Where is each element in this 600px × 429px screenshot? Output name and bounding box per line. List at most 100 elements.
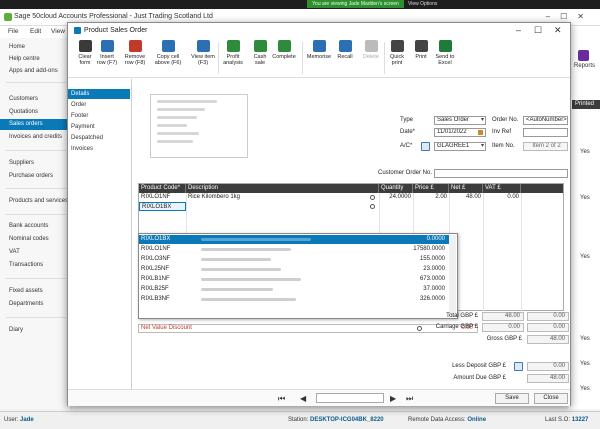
carriage-vat: 0.00 <box>527 323 569 332</box>
customer-address-box[interactable] <box>150 94 248 158</box>
reports-label[interactable]: Reports <box>574 63 595 69</box>
menu-file[interactable]: File <box>8 28 18 35</box>
sidebar-divider <box>6 82 66 83</box>
column-header-quantity[interactable]: Quantity <box>379 184 413 193</box>
status-user: User: Jade <box>4 417 34 423</box>
ac-select[interactable]: GLAGREE1 <box>434 142 486 151</box>
table-row[interactable]: RIXLO1BX <box>139 202 563 211</box>
list-item[interactable]: RIXLB25F 37.0000 <box>139 285 449 294</box>
next-record-icon[interactable]: ▶ <box>390 394 396 403</box>
row-quantity[interactable]: 24.0000 <box>379 193 413 202</box>
order-no-field[interactable]: <AutoNumber> <box>523 116 568 125</box>
sidebar-item-invoices[interactable]: Invoices and credits <box>0 132 72 143</box>
previous-record-icon[interactable]: ◀ <box>300 394 306 403</box>
sidebar-item-vat[interactable]: VAT <box>0 247 72 258</box>
dropdown-scrollbar[interactable] <box>449 235 456 317</box>
minimize-icon[interactable]: – <box>516 25 521 35</box>
view-item-button[interactable]: View item (F3) <box>186 40 220 76</box>
sidebar-divider <box>6 278 66 279</box>
sidebar-item-products[interactable]: Products and services <box>0 196 72 207</box>
sidebar-divider <box>6 150 66 151</box>
amount-due: 48.00 <box>527 374 569 383</box>
sidebar-item-purchase-orders[interactable]: Purchase orders <box>0 171 72 182</box>
column-header-net[interactable]: Net £ <box>449 184 483 193</box>
sidebar-item-apps[interactable]: Apps and add-ons <box>0 66 72 77</box>
sidebar-item-transactions[interactable]: Transactions <box>0 260 72 271</box>
complete-button[interactable]: Complete <box>267 40 301 76</box>
table-row[interactable]: RIXLO1NF Rice Kilombero 1kg 24.0000 2.00… <box>139 193 563 202</box>
column-header-description[interactable]: Description <box>186 184 379 193</box>
row-description[interactable]: Rice Kilombero 1kg <box>186 193 366 202</box>
window-controls[interactable]: –☐✕ <box>546 12 594 21</box>
sidebar-item-nominal-codes[interactable]: Nominal codes <box>0 234 72 245</box>
row-lookup-icon[interactable] <box>370 204 375 209</box>
date-field[interactable]: 11/01/2022 <box>434 128 486 137</box>
sidebar-item-quotations[interactable]: Quotations <box>0 107 72 118</box>
printed-cell: Yes <box>580 149 590 155</box>
nav-order[interactable]: Order <box>68 100 130 110</box>
sidebar-item-fixed-assets[interactable]: Fixed assets <box>0 286 72 297</box>
list-item[interactable]: RIXLO3NF 155.0000 <box>139 255 449 264</box>
type-select[interactable]: Sales Order <box>434 116 486 125</box>
sidebar-item-sales-orders[interactable]: Sales orders <box>0 119 72 130</box>
reports-icon[interactable] <box>578 50 589 61</box>
copy-cell-above-button[interactable]: Copy cell above (F6) <box>151 40 185 76</box>
nav-despatched[interactable]: Despatched <box>68 133 130 143</box>
column-header-vat[interactable]: VAT £ <box>483 184 521 193</box>
insert-row-icon <box>100 40 114 52</box>
printed-cell: Yes <box>580 195 590 201</box>
record-position-field[interactable] <box>316 393 384 403</box>
list-item[interactable]: RIXLB3NF 326.0000 <box>139 295 449 304</box>
menu-edit[interactable]: Edit <box>30 28 41 35</box>
customer-order-no-field[interactable] <box>434 169 568 178</box>
menu-view[interactable]: View <box>51 28 65 35</box>
column-header-product-code[interactable]: Product Code* <box>139 184 186 193</box>
nav-details[interactable]: Details <box>68 89 130 99</box>
less-deposit: 0.00 <box>527 362 569 371</box>
row-lookup-icon[interactable] <box>370 195 375 200</box>
sidebar-item-home[interactable]: Home <box>0 42 72 53</box>
list-item[interactable]: RIXLO1BX 0.0000 <box>139 235 449 244</box>
view-options-button[interactable]: View Options <box>408 0 448 8</box>
last-record-icon[interactable]: ⏭ <box>406 394 413 404</box>
remove-row-button[interactable]: Remove row (F8) <box>118 40 152 76</box>
status-bar: User: Jade Station: DESKTOP-ICG04BK_8220… <box>0 411 600 429</box>
nav-footer[interactable]: Footer <box>68 111 130 121</box>
dialog-toolbar: Clear form Insert row (F7) Remove row (F… <box>68 38 570 78</box>
row-product-code-editing[interactable]: RIXLO1BX <box>139 202 186 211</box>
save-button[interactable]: Save <box>495 393 529 404</box>
first-record-icon[interactable]: ⏮ <box>278 394 285 404</box>
list-item[interactable]: RIXLB1NF 673.0000 <box>139 275 449 284</box>
row-product-code[interactable]: RIXLO1NF <box>139 193 186 202</box>
account-lookup-icon[interactable] <box>421 142 430 151</box>
list-item[interactable]: RIXLO1NF 17580.0000 <box>139 245 449 254</box>
total-net: 48.00 <box>482 312 524 321</box>
row-vat[interactable]: 0.00 <box>483 193 521 202</box>
close-icon[interactable]: ✕ <box>554 25 562 36</box>
sidebar-divider <box>6 317 66 318</box>
row-price[interactable]: 2.00 <box>413 193 449 202</box>
screen-share-bar: You are viewing Jade Madden's screen Vie… <box>0 0 600 9</box>
sidebar-item-help-centre[interactable]: Help centre <box>0 54 72 65</box>
inv-ref-field[interactable] <box>523 128 568 137</box>
printed-cell: Yes <box>580 254 590 260</box>
sidebar-item-diary[interactable]: Diary <box>0 325 72 336</box>
nav-invoices[interactable]: Invoices <box>68 144 130 154</box>
column-header-price[interactable]: Price £ <box>413 184 449 193</box>
deposit-lookup-icon[interactable] <box>514 362 523 371</box>
close-button[interactable]: Close <box>534 393 568 404</box>
sidebar-item-departments[interactable]: Departments <box>0 299 72 310</box>
carriage-net: 0.00 <box>482 323 524 332</box>
send-to-excel-button[interactable]: Send to Excel <box>428 40 462 76</box>
nav-payment[interactable]: Payment <box>68 122 130 132</box>
list-item[interactable]: RIXL25NF 23.0000 <box>139 265 449 274</box>
sidebar-item-customers[interactable]: Customers <box>0 94 72 105</box>
row-net[interactable]: 48.00 <box>449 193 483 202</box>
calendar-icon[interactable] <box>478 130 483 135</box>
sidebar-item-bank-accounts[interactable]: Bank accounts <box>0 221 72 232</box>
sidebar-item-suppliers[interactable]: Suppliers <box>0 158 72 169</box>
net-value-discount-label: Net Value Discount <box>141 325 192 331</box>
product-code-dropdown[interactable]: RIXLO1BX 0.0000 RIXLO1NF 17580.0000 RIXLO3… <box>138 233 458 319</box>
maximize-icon[interactable]: ☐ <box>534 25 542 36</box>
date-label: Date* <box>400 129 416 135</box>
